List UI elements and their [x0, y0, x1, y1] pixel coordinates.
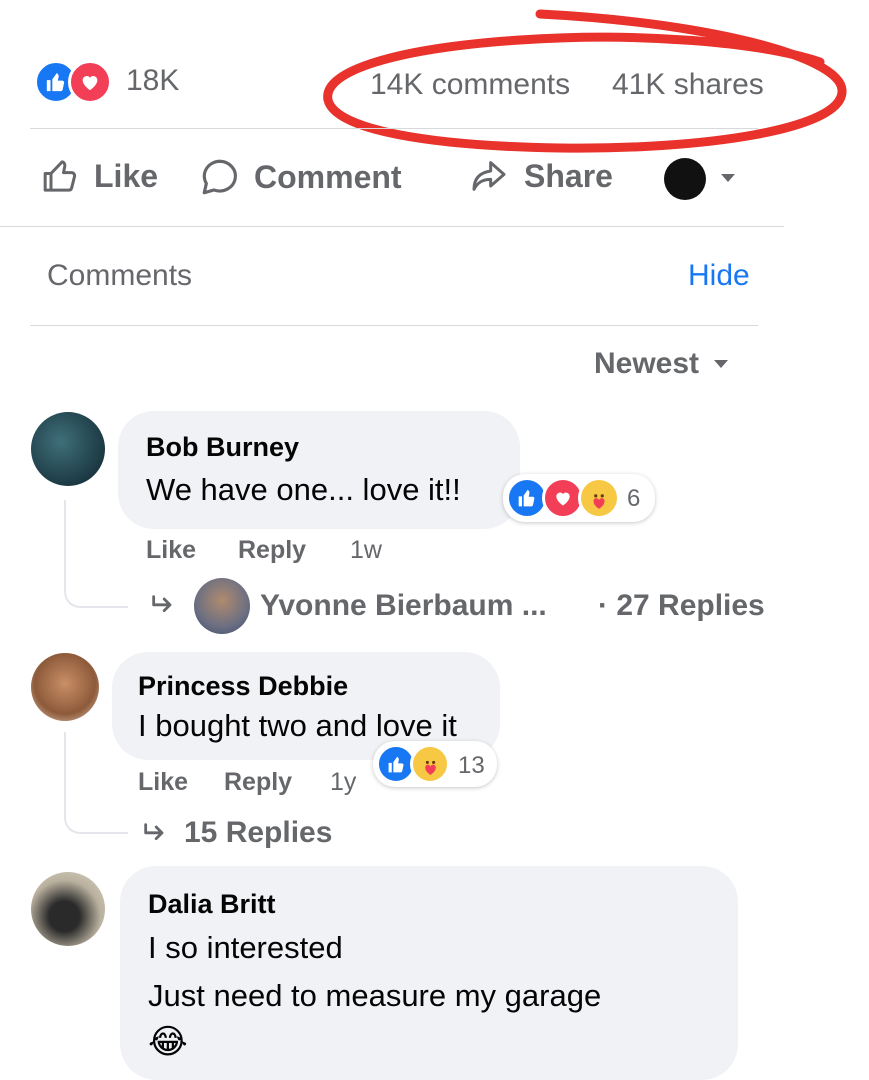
reactions-count: 18K	[126, 64, 180, 97]
comment-bubble	[118, 411, 520, 529]
shares-count-link[interactable]: 41K shares	[612, 68, 764, 102]
comments-count-link[interactable]: 14K comments	[370, 68, 570, 102]
comment-reply-button[interactable]: Reply	[238, 536, 306, 565]
comment-reply-button[interactable]: Reply	[224, 768, 292, 797]
comment-like-button[interactable]: Like	[146, 536, 196, 565]
reply-count-link[interactable]: · 27 Replies	[598, 589, 765, 623]
chevron-down-icon	[721, 174, 735, 182]
reaction-count: 6	[627, 485, 641, 512]
thread-line	[64, 732, 128, 834]
reply-arrow-icon	[144, 823, 164, 841]
comment-text: I bought two and love it	[138, 708, 457, 743]
like-button[interactable]: Like	[40, 156, 158, 196]
reply-arrow-icon	[152, 595, 172, 613]
share-arrow-icon	[472, 161, 506, 191]
care-reaction-icon	[578, 477, 620, 519]
thumbs-up-icon	[43, 160, 77, 192]
share-label: Share	[524, 157, 613, 194]
comment-like-button[interactable]: Like	[138, 768, 188, 797]
thread-line	[64, 500, 128, 608]
profile-avatar	[664, 158, 706, 200]
comment-text: We have one... love it!!	[146, 472, 461, 507]
hide-comments-link[interactable]: Hide	[688, 259, 750, 293]
comment-text-line: Just need to measure my garage	[148, 978, 602, 1013]
comment-bubble-icon	[202, 159, 237, 195]
reactions-summary[interactable]: 18K	[34, 60, 194, 106]
divider	[30, 128, 758, 129]
view-replies-link[interactable]: 15 Replies	[184, 816, 332, 850]
comment-timestamp: 1w	[350, 536, 382, 564]
chevron-down-icon	[714, 360, 729, 368]
comment-text-line: I so interested	[148, 930, 343, 965]
sort-dropdown[interactable]: Newest	[594, 347, 729, 381]
profile-selector[interactable]	[664, 156, 744, 200]
laughing-emoji-icon: 😂	[148, 1022, 188, 1062]
reaction-count: 13	[458, 752, 485, 779]
share-button[interactable]: Share	[466, 156, 613, 196]
comment-author[interactable]: Dalia Britt	[148, 889, 276, 920]
avatar[interactable]	[31, 872, 105, 946]
care-reaction-icon	[410, 744, 450, 784]
comments-heading: Comments	[47, 259, 193, 292]
divider	[30, 325, 758, 326]
reply-preview-name[interactable]: Yvonne Bierbaum ...	[260, 589, 547, 623]
comment-timestamp: 1y	[330, 768, 357, 796]
comment-label: Comment	[254, 158, 402, 195]
avatar[interactable]	[31, 412, 105, 486]
comment-author[interactable]: Princess Debbie	[138, 671, 348, 702]
avatar[interactable]	[31, 653, 99, 721]
like-label: Like	[94, 157, 159, 194]
comment-button[interactable]: Comment	[198, 156, 402, 198]
divider	[0, 226, 784, 227]
sort-label: Newest	[594, 347, 700, 380]
comment-author[interactable]: Bob Burney	[146, 432, 299, 463]
love-reaction-icon	[68, 60, 112, 104]
reply-avatar[interactable]	[194, 578, 250, 634]
